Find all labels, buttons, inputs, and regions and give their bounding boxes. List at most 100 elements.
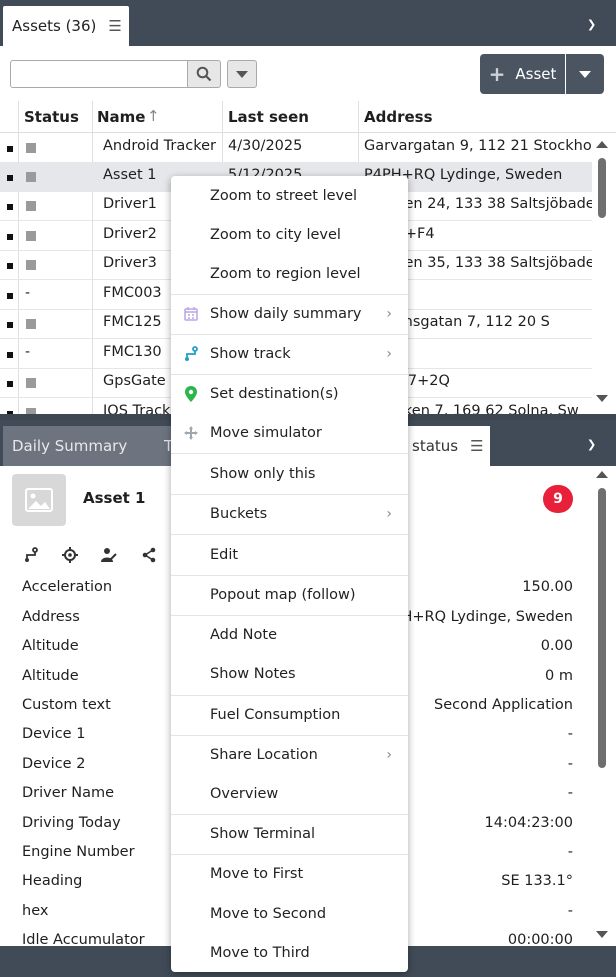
property-value: 0.00 (540, 638, 573, 654)
chevron-down-icon[interactable]: ❯ (587, 18, 596, 31)
menu-item-label: Show track (210, 345, 291, 362)
property-value: 14:04:23:00 (484, 815, 573, 831)
menu-item-fuel-consumption[interactable]: Fuel Consumption (171, 695, 408, 734)
menu-item-label: Edit (210, 546, 239, 563)
status-indicator (26, 260, 36, 270)
menu-item-zoom-region[interactable]: Zoom to region level (171, 254, 408, 293)
scroll-up-arrow-icon[interactable] (596, 471, 608, 478)
column-status[interactable]: Status (24, 103, 79, 133)
menu-item-overview[interactable]: Overview (171, 774, 408, 813)
scroll-down-arrow-icon[interactable] (596, 931, 608, 938)
tab-daily-summary-label: Daily Summary (12, 437, 128, 455)
property-value: - (567, 756, 573, 772)
row-marker (7, 352, 13, 358)
row-name: Asset 1 (103, 167, 157, 183)
menu-item-popout-map[interactable]: Popout map (follow) (171, 575, 408, 614)
property-value: SE 133.1° (501, 873, 573, 889)
menu-item-label: Show daily summary (210, 305, 362, 322)
notification-badge[interactable]: 9 (543, 485, 573, 513)
row-name: FMC125 (103, 314, 162, 330)
row-marker (7, 411, 13, 414)
menu-item-show-terminal[interactable]: Show Terminal (171, 814, 408, 853)
property-value: 00:00:00 (507, 932, 573, 946)
property-key: Address (22, 609, 80, 625)
map-pin-icon (183, 385, 199, 402)
search-input[interactable] (10, 60, 188, 88)
property-value: 150.00 (522, 579, 573, 595)
chevron-right-icon: › (386, 505, 392, 522)
chevron-right-icon: › (386, 746, 392, 763)
menu-item-set-destination[interactable]: Set destination(s) (171, 374, 408, 413)
column-address[interactable]: Address (364, 103, 433, 133)
scroll-up-arrow-icon[interactable] (596, 141, 608, 148)
add-asset-button[interactable]: + Asset (480, 54, 565, 94)
context-menu: Zoom to street level Zoom to city level … (171, 176, 408, 972)
scrollbar-thumb[interactable] (598, 488, 606, 768)
menu-item-move-to-first[interactable]: Move to First (171, 854, 408, 893)
vertical-scrollbar[interactable] (594, 134, 610, 409)
menu-item-show-track[interactable]: Show track › (171, 334, 408, 373)
chevron-right-icon: › (386, 345, 392, 362)
add-asset-dropdown[interactable] (566, 54, 604, 94)
row-marker (7, 263, 13, 269)
status-indicator (26, 319, 36, 329)
menu-item-share-location[interactable]: Share Location › (171, 735, 408, 774)
property-key: Altitude (22, 638, 79, 654)
share-icon[interactable] (138, 544, 160, 566)
menu-item-zoom-street[interactable]: Zoom to street level (171, 176, 408, 215)
menu-item-label: Move simulator (210, 424, 322, 441)
menu-item-label: Show only this (210, 465, 316, 482)
status-indicator (26, 201, 36, 211)
table-row[interactable]: Android Tracker 4/30/2025 Garvargatan 9, 1… (0, 134, 592, 163)
status-indicator (26, 231, 36, 241)
row-marker (7, 381, 13, 387)
tab-status[interactable]: status ☰ (400, 426, 490, 466)
vertical-scrollbar[interactable] (594, 466, 610, 942)
menu-item-label: Zoom to region level (210, 265, 361, 282)
menu-item-buckets[interactable]: Buckets › (171, 494, 408, 533)
user-edit-icon[interactable] (98, 544, 120, 566)
menu-item-label: Add Note (210, 626, 278, 643)
menu-item-label: Show Notes (210, 665, 296, 682)
row-marker (7, 234, 13, 240)
property-key: Engine Number (22, 844, 135, 860)
route-icon[interactable] (20, 544, 42, 566)
menu-item-label: Fuel Consumption (210, 706, 341, 723)
chevron-down-icon[interactable]: ❯ (587, 438, 596, 451)
menu-item-label: Share Location (210, 746, 318, 763)
filter-dropdown-button[interactable] (227, 60, 257, 88)
menu-item-label: Move to Second (210, 905, 327, 922)
menu-item-edit[interactable]: Edit (171, 535, 408, 574)
property-key: Idle Accumulator (22, 932, 145, 946)
property-key: Acceleration (22, 579, 113, 595)
status-indicator (26, 172, 36, 182)
menu-item-label: Set destination(s) (210, 385, 339, 402)
column-last-seen[interactable]: Last seen (228, 103, 309, 133)
tab-daily-summary[interactable]: Daily Summary (3, 426, 158, 466)
row-name: Driver3 (103, 255, 157, 271)
column-name[interactable]: Name (97, 103, 145, 133)
scrollbar-thumb[interactable] (598, 158, 606, 218)
row-name: FMC130 (103, 344, 162, 360)
menu-item-show-only-this[interactable]: Show only this (171, 454, 408, 493)
scroll-down-arrow-icon[interactable] (596, 395, 608, 402)
menu-item-move-to-second[interactable]: Move to Second (171, 894, 408, 933)
move-icon (183, 425, 199, 441)
search-button[interactable] (187, 60, 221, 88)
menu-item-show-daily-summary[interactable]: Show daily summary › (171, 294, 408, 333)
hamburger-menu-icon[interactable]: ☰ (470, 437, 483, 455)
sort-ascending-icon[interactable]: ↑ (147, 102, 160, 132)
row-marker (7, 175, 13, 181)
menu-item-move-simulator[interactable]: Move simulator (171, 413, 408, 452)
tab-assets[interactable]: Assets (36) ☰ (3, 6, 129, 46)
crosshair-icon[interactable] (59, 544, 81, 566)
menu-item-add-note[interactable]: Add Note (171, 615, 408, 654)
hamburger-menu-icon[interactable]: ☰ (108, 17, 121, 35)
menu-item-zoom-city[interactable]: Zoom to city level (171, 215, 408, 254)
menu-item-move-to-third[interactable]: Move to Third (171, 933, 408, 972)
calendar-icon (183, 306, 199, 322)
menu-item-label: Zoom to street level (210, 187, 358, 204)
property-value: - (567, 844, 573, 860)
menu-item-show-notes[interactable]: Show Notes (171, 654, 408, 693)
tab-status-label: status (412, 437, 459, 455)
